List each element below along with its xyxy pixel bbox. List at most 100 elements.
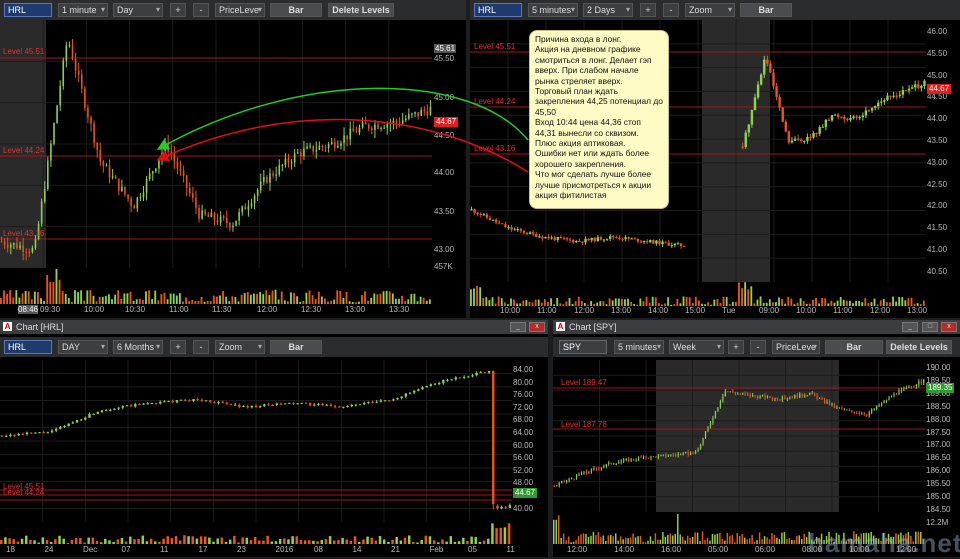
candle xyxy=(766,396,769,399)
volume-chart xyxy=(470,282,925,306)
volume-bar xyxy=(274,289,277,304)
zoom-in-button[interactable]: + xyxy=(640,3,656,17)
candle xyxy=(744,132,747,147)
x-tick: 13:30 xyxy=(389,305,410,314)
volume-bar xyxy=(228,301,231,304)
zoom-out-button[interactable]: - xyxy=(663,3,679,17)
last-price-tag: 44.67 xyxy=(513,488,538,498)
zoom-out-button[interactable]: - xyxy=(750,340,766,354)
volume-bar xyxy=(799,298,802,306)
tool-select[interactable]: Zoom xyxy=(215,340,265,354)
range-select[interactable]: 6 Months xyxy=(113,340,163,354)
candle xyxy=(96,142,98,150)
zoom-in-button[interactable]: + xyxy=(728,340,744,354)
candle xyxy=(146,403,149,405)
volume-bar xyxy=(376,294,379,304)
candle xyxy=(905,387,907,389)
volume-bar xyxy=(299,540,303,544)
minimize-button[interactable]: _ xyxy=(510,322,526,332)
volume-bar xyxy=(624,537,627,544)
range-select[interactable]: Day xyxy=(113,3,163,17)
range-select[interactable]: Week xyxy=(669,340,724,354)
bar-button[interactable]: Bar xyxy=(740,3,792,17)
symbol-input[interactable]: SPY xyxy=(559,340,607,354)
volume-bar xyxy=(382,291,385,304)
volume-bar xyxy=(590,535,592,544)
tool-select[interactable]: PriceLeve xyxy=(772,340,820,354)
delete-levels-button[interactable]: Delete Levels xyxy=(328,3,394,17)
symbol-input[interactable]: HRL xyxy=(4,340,52,354)
volume-bar xyxy=(195,538,199,544)
zoom-in-button[interactable]: + xyxy=(170,3,186,17)
candle xyxy=(93,123,95,143)
zoom-out-button[interactable]: - xyxy=(193,340,209,354)
candle xyxy=(624,237,627,240)
candle xyxy=(275,174,277,176)
candle xyxy=(352,128,355,132)
zoom-out-button[interactable]: - xyxy=(193,3,209,17)
candle xyxy=(657,455,659,458)
volume-bar xyxy=(741,533,743,544)
volume-bar xyxy=(77,292,79,304)
interval-select[interactable]: 1 minute xyxy=(58,3,108,17)
candle xyxy=(408,392,412,394)
price-plot[interactable] xyxy=(0,360,512,522)
volume-bar xyxy=(633,303,636,306)
volume-bar xyxy=(729,535,731,544)
close-button[interactable]: x xyxy=(529,322,545,332)
volume-bar xyxy=(673,304,676,306)
symbol-input[interactable]: HRL xyxy=(4,3,52,17)
candle xyxy=(213,213,216,221)
volume-bar xyxy=(560,538,562,544)
bar-button[interactable]: Bar xyxy=(825,340,883,354)
candle xyxy=(256,190,259,196)
candle xyxy=(873,106,877,109)
volume-bar xyxy=(70,301,73,304)
price-plot[interactable] xyxy=(553,360,925,512)
volume-bar xyxy=(112,541,115,544)
price-plot[interactable] xyxy=(0,20,432,268)
interval-select[interactable]: 5 minutes xyxy=(528,3,578,17)
candle xyxy=(0,241,3,243)
x-tick: 12:00 xyxy=(870,306,891,315)
volume-bar xyxy=(453,541,457,544)
candle xyxy=(670,454,672,456)
candle xyxy=(923,379,925,383)
volume-bar xyxy=(709,540,711,544)
tool-select[interactable]: PriceLeve xyxy=(215,3,265,17)
volume-bar xyxy=(6,293,9,304)
volume-bar xyxy=(704,540,706,544)
volume-bar xyxy=(557,515,560,544)
y-tick: 190.00 xyxy=(926,363,951,372)
interval-select[interactable]: DAY xyxy=(58,340,108,354)
maximize-button[interactable]: □ xyxy=(922,322,938,332)
y-tick: 45.50 xyxy=(927,48,948,58)
candle xyxy=(655,240,658,244)
volume-bar xyxy=(595,535,597,544)
candle xyxy=(652,456,655,458)
candle xyxy=(278,165,281,175)
minimize-button[interactable]: _ xyxy=(902,322,918,332)
volume-bar xyxy=(178,540,182,544)
range-select[interactable]: 2 Days xyxy=(583,3,633,17)
bar-button[interactable]: Bar xyxy=(270,3,322,17)
volume-bar xyxy=(132,300,135,304)
volume-bar xyxy=(166,536,170,544)
candle xyxy=(355,131,358,133)
close-button[interactable]: x xyxy=(941,322,957,332)
candle xyxy=(271,405,274,407)
window-titlebar[interactable]: A Chart [HRL] _ x xyxy=(0,320,548,334)
symbol-input[interactable]: HRL xyxy=(474,3,522,17)
delete-levels-button[interactable]: Delete Levels xyxy=(886,340,952,354)
candle xyxy=(329,404,333,407)
volume-bar xyxy=(126,293,129,304)
interval-select[interactable]: 5 minutes xyxy=(614,340,664,354)
candle xyxy=(3,241,6,245)
volume-bar xyxy=(137,538,140,544)
volume-bar xyxy=(141,299,144,304)
bar-button[interactable]: Bar xyxy=(270,340,322,354)
candle xyxy=(380,127,382,129)
window-titlebar[interactable]: A Chart [SPY] _ □ x xyxy=(553,320,960,334)
zoom-in-button[interactable]: + xyxy=(170,340,186,354)
tool-select[interactable]: Zoom xyxy=(685,3,735,17)
